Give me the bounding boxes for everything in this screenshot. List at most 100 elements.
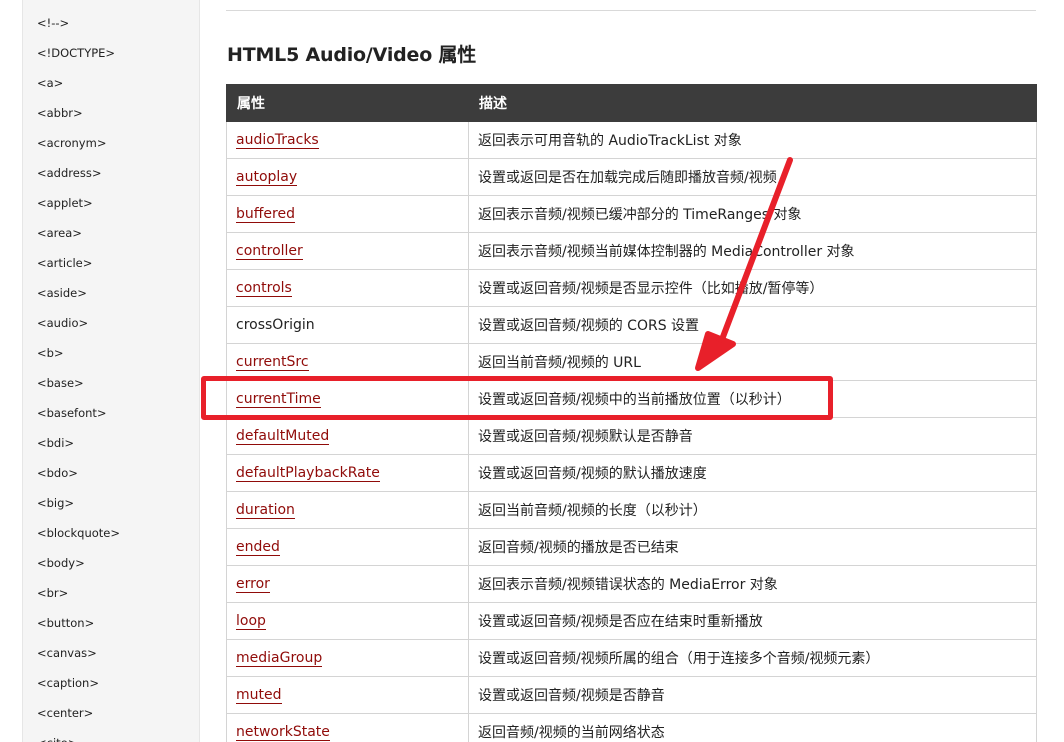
table-row: ended 返回音频/视频的播放是否已结束 xyxy=(226,528,1037,566)
attribute-link[interactable]: muted xyxy=(236,687,282,704)
sidebar-item-comment[interactable]: <!--> xyxy=(23,8,199,38)
attribute-name-cell: defaultMuted xyxy=(226,417,469,455)
table-row: controls 设置或返回音频/视频是否显示控件（比如播放/暂停等） xyxy=(226,269,1037,307)
table-row: currentSrc 返回当前音频/视频的 URL xyxy=(226,343,1037,381)
attribute-link[interactable]: duration xyxy=(236,502,295,519)
attribute-name-cell: autoplay xyxy=(226,158,469,196)
attribute-name-cell: error xyxy=(226,565,469,603)
attribute-description: 设置或返回音频/视频所属的组合（用于连接多个音频/视频元素） xyxy=(468,639,1037,677)
sidebar-item-b[interactable]: <b> xyxy=(23,338,199,368)
attribute-description: 设置或返回音频/视频是否静音 xyxy=(468,676,1037,714)
attribute-name: crossOrigin xyxy=(236,317,315,333)
attribute-link[interactable]: mediaGroup xyxy=(236,650,323,667)
sidebar-item-article[interactable]: <article> xyxy=(23,248,199,278)
sidebar-item-body[interactable]: <body> xyxy=(23,548,199,578)
attribute-name-cell: loop xyxy=(226,602,469,640)
page-title: HTML5 Audio/Video 属性 xyxy=(227,44,477,66)
attribute-description: 返回当前音频/视频的 URL xyxy=(468,343,1037,381)
attribute-description: 设置或返回音频/视频中的当前播放位置（以秒计） xyxy=(468,380,1037,418)
table-row: buffered 返回表示音频/视频已缓冲部分的 TimeRanges 对象 xyxy=(226,195,1037,233)
sidebar-item-caption[interactable]: <caption> xyxy=(23,668,199,698)
attribute-name-cell: controls xyxy=(226,269,469,307)
attribute-name-cell: currentSrc xyxy=(226,343,469,381)
table-row: error 返回表示音频/视频错误状态的 MediaError 对象 xyxy=(226,565,1037,603)
attribute-link[interactable]: controller xyxy=(236,243,303,260)
attribute-link[interactable]: autoplay xyxy=(236,169,298,186)
attribute-description: 返回表示音频/视频错误状态的 MediaError 对象 xyxy=(468,565,1037,603)
table-row: loop 设置或返回音频/视频是否应在结束时重新播放 xyxy=(226,602,1037,640)
table-row: controller 返回表示音频/视频当前媒体控制器的 MediaControl… xyxy=(226,232,1037,270)
sidebar-item-area[interactable]: <area> xyxy=(23,218,199,248)
attribute-link[interactable]: ended xyxy=(236,539,280,556)
attribute-name-cell: duration xyxy=(226,491,469,529)
sidebar-item-applet[interactable]: <applet> xyxy=(23,188,199,218)
attribute-description: 设置或返回音频/视频是否应在结束时重新播放 xyxy=(468,602,1037,640)
page: <!--> <!DOCTYPE> <a> <abbr> <acronym> <a… xyxy=(0,0,1064,742)
attribute-link[interactable]: currentTime xyxy=(236,391,321,408)
sidebar-item-base[interactable]: <base> xyxy=(23,368,199,398)
sidebar-item-aside[interactable]: <aside> xyxy=(23,278,199,308)
attribute-description: 设置或返回音频/视频是否显示控件（比如播放/暂停等） xyxy=(468,269,1037,307)
attribute-link[interactable]: audioTracks xyxy=(236,132,319,149)
column-header-description: 描述 xyxy=(468,84,1037,122)
sidebar-item-big[interactable]: <big> xyxy=(23,488,199,518)
sidebar-item-br[interactable]: <br> xyxy=(23,578,199,608)
attribute-name-cell: buffered xyxy=(226,195,469,233)
attribute-link[interactable]: buffered xyxy=(236,206,295,223)
sidebar-item-center[interactable]: <center> xyxy=(23,698,199,728)
table-row: crossOrigin 设置或返回音频/视频的 CORS 设置 xyxy=(226,306,1037,344)
attribute-link[interactable]: controls xyxy=(236,280,292,297)
column-header-attribute: 属性 xyxy=(226,84,469,122)
attribute-link[interactable]: defaultPlaybackRate xyxy=(236,465,380,482)
attribute-name-cell: currentTime xyxy=(226,380,469,418)
table-row: autoplay 设置或返回是否在加载完成后随即播放音频/视频 xyxy=(226,158,1037,196)
table-body: audioTracks 返回表示可用音轨的 AudioTrackList 对象 au… xyxy=(226,121,1037,742)
sidebar-item-bdo[interactable]: <bdo> xyxy=(23,458,199,488)
table-row: networkState 返回音频/视频的当前网络状态 xyxy=(226,713,1037,742)
attribute-description: 设置或返回是否在加载完成后随即播放音频/视频 xyxy=(468,158,1037,196)
table-row: mediaGroup 设置或返回音频/视频所属的组合（用于连接多个音频/视频元素） xyxy=(226,639,1037,677)
attribute-name-cell: defaultPlaybackRate xyxy=(226,454,469,492)
table-row: muted 设置或返回音频/视频是否静音 xyxy=(226,676,1037,714)
attribute-link[interactable]: error xyxy=(236,576,270,593)
attribute-description: 设置或返回音频/视频的默认播放速度 xyxy=(468,454,1037,492)
attribute-link[interactable]: networkState xyxy=(236,724,330,741)
sidebar-item-doctype[interactable]: <!DOCTYPE> xyxy=(23,38,199,68)
attribute-description: 返回音频/视频的播放是否已结束 xyxy=(468,528,1037,566)
attribute-link[interactable]: currentSrc xyxy=(236,354,309,371)
table-header-row: 属性 描述 xyxy=(226,84,1037,122)
attribute-name-cell: controller xyxy=(226,232,469,270)
attribute-name-cell: ended xyxy=(226,528,469,566)
sidebar-item-a[interactable]: <a> xyxy=(23,68,199,98)
sidebar-list: <!--> <!DOCTYPE> <a> <abbr> <acronym> <a… xyxy=(23,0,199,742)
attribute-description: 设置或返回音频/视频默认是否静音 xyxy=(468,417,1037,455)
attributes-table: 属性 描述 audioTracks 返回表示可用音轨的 AudioTrackLis… xyxy=(226,84,1037,742)
sidebar-item-cite[interactable]: <cite> xyxy=(23,728,199,742)
table-row: audioTracks 返回表示可用音轨的 AudioTrackList 对象 xyxy=(226,121,1037,159)
attribute-name-cell: muted xyxy=(226,676,469,714)
attribute-name-cell: networkState xyxy=(226,713,469,742)
sidebar-item-address[interactable]: <address> xyxy=(23,158,199,188)
table-row: duration 返回当前音频/视频的长度（以秒计） xyxy=(226,491,1037,529)
attribute-description: 返回音频/视频的当前网络状态 xyxy=(468,713,1037,742)
sidebar-item-acronym[interactable]: <acronym> xyxy=(23,128,199,158)
sidebar-item-canvas[interactable]: <canvas> xyxy=(23,638,199,668)
table-row: currentTime 设置或返回音频/视频中的当前播放位置（以秒计） xyxy=(226,380,1037,418)
sidebar-item-blockquote[interactable]: <blockquote> xyxy=(23,518,199,548)
attribute-name-cell: audioTracks xyxy=(226,121,469,159)
attribute-description: 设置或返回音频/视频的 CORS 设置 xyxy=(468,306,1037,344)
sidebar-item-bdi[interactable]: <bdi> xyxy=(23,428,199,458)
sidebar-item-abbr[interactable]: <abbr> xyxy=(23,98,199,128)
sidebar-nav: <!--> <!DOCTYPE> <a> <abbr> <acronym> <a… xyxy=(22,0,200,742)
table-row: defaultPlaybackRate 设置或返回音频/视频的默认播放速度 xyxy=(226,454,1037,492)
sidebar-item-audio[interactable]: <audio> xyxy=(23,308,199,338)
table-row: defaultMuted 设置或返回音频/视频默认是否静音 xyxy=(226,417,1037,455)
attribute-description: 返回表示可用音轨的 AudioTrackList 对象 xyxy=(468,121,1037,159)
attribute-name-cell: crossOrigin xyxy=(226,306,469,344)
sidebar-item-button[interactable]: <button> xyxy=(23,608,199,638)
divider xyxy=(226,10,1036,11)
attribute-link[interactable]: loop xyxy=(236,613,266,630)
sidebar-item-basefont[interactable]: <basefont> xyxy=(23,398,199,428)
attribute-description: 返回当前音频/视频的长度（以秒计） xyxy=(468,491,1037,529)
attribute-link[interactable]: defaultMuted xyxy=(236,428,330,445)
